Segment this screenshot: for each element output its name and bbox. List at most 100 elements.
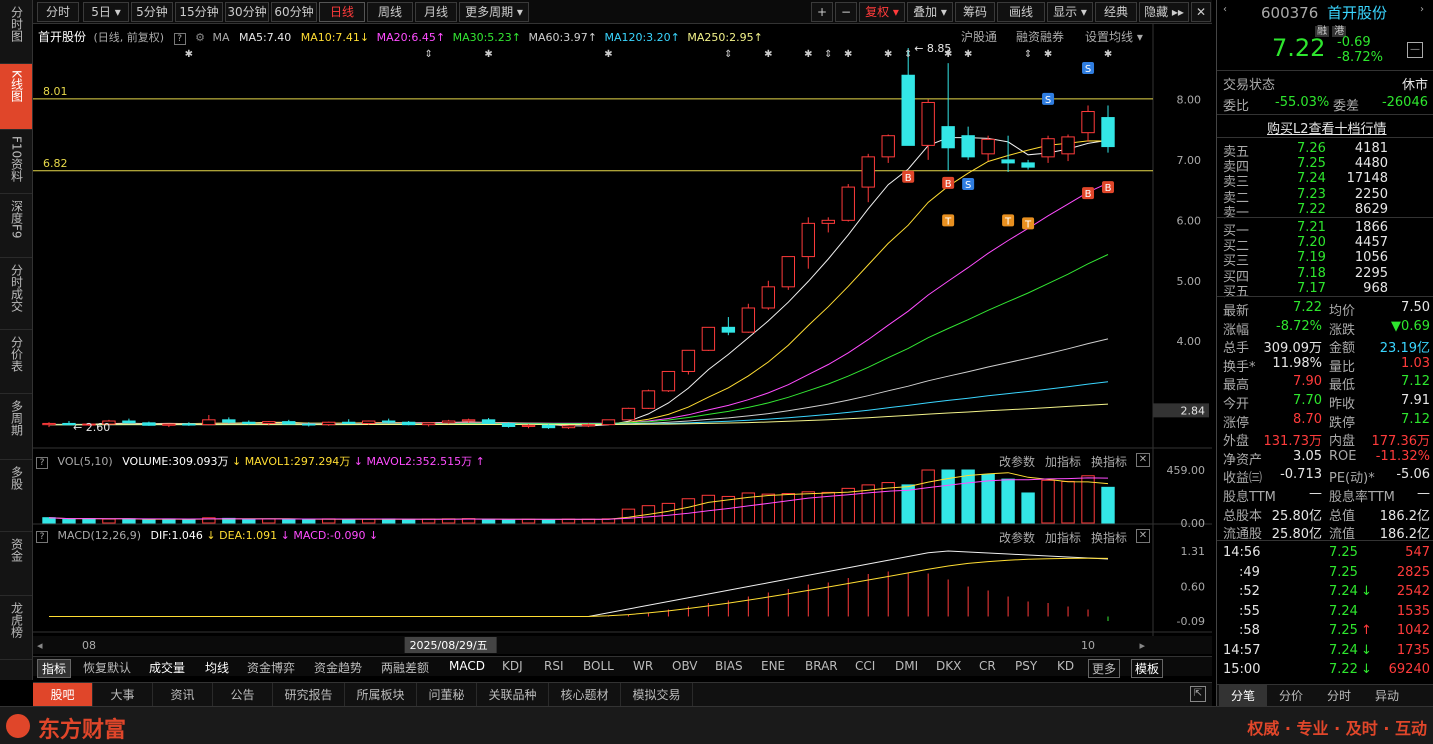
indicator-tab[interactable]: 两融差额 (381, 659, 429, 676)
sidebar-item-multi-period[interactable]: 多周期 (0, 394, 32, 460)
indicator-tab[interactable]: OBV (672, 659, 698, 673)
tab-themes[interactable]: 核心题材 (549, 683, 621, 707)
sidebar-item-kline[interactable]: K线图 (0, 64, 32, 130)
indicator-tab[interactable]: WR (633, 659, 653, 673)
indicator-tab[interactable]: BOLL (583, 659, 614, 673)
indicator-tab-ma[interactable]: 均线 (205, 659, 229, 676)
stat-value: 309.09万 (1263, 341, 1323, 357)
collapse-icon[interactable]: — (1407, 42, 1423, 58)
macd-add-indicator[interactable]: 加指标 (1045, 529, 1081, 546)
help-icon[interactable]: ? (36, 531, 48, 543)
tab-price-dist[interactable]: 分价 (1267, 685, 1315, 707)
period-button[interactable]: 30分钟 (225, 2, 269, 22)
candle-up (681, 349, 696, 372)
tab-announcements[interactable]: 公告 (213, 683, 273, 707)
more-indicators-button[interactable]: 更多 (1088, 659, 1121, 678)
margin-trading-link[interactable]: 融资融券 (1016, 28, 1064, 45)
indicator-tab[interactable]: CR (979, 659, 996, 673)
volume-bar (1101, 486, 1115, 524)
display-dropdown[interactable]: 显示 ▾ (1047, 2, 1093, 22)
indicator-tab[interactable]: BRAR (805, 659, 838, 673)
sidebar-item-f10[interactable]: F10资料 (0, 130, 32, 194)
prev-stock-icon[interactable]: ‹ (1223, 4, 1227, 15)
volume-bar (62, 519, 76, 524)
indicator-tab-macd[interactable]: MACD (449, 659, 485, 673)
zoom-out-button[interactable]: − (835, 2, 857, 22)
vol-mavol1: MAVOL1:297.294万 (244, 455, 351, 468)
vol-switch-indicator[interactable]: 换指标 (1091, 453, 1127, 470)
vol-mavol2: MAVOL2:352.515万 (366, 455, 473, 468)
classic-button[interactable]: 经典 (1095, 2, 1137, 22)
hide-button[interactable]: 隐藏 ▸▸ (1139, 2, 1189, 22)
restore-default-button[interactable]: 恢复默认 (83, 659, 131, 676)
indicator-tab-volume[interactable]: 成交量 (149, 659, 185, 676)
tab-ticks[interactable]: 分笔 (1219, 685, 1267, 707)
close-icon[interactable]: ✕ (1191, 2, 1211, 22)
template-button[interactable]: 模板 (1131, 659, 1164, 678)
chips-button[interactable]: 筹码 (955, 2, 995, 22)
tab-simulated-trading[interactable]: 模拟交易 (621, 683, 693, 707)
l2-link[interactable]: 购买L2查看十档行情 (1217, 117, 1433, 137)
tab-related[interactable]: 关联品种 (477, 683, 549, 707)
vol-edit-params[interactable]: 改参数 (999, 453, 1035, 470)
indicator-tab[interactable]: DKX (936, 659, 961, 673)
expand-icon[interactable]: ⇱ (1190, 686, 1206, 702)
draw-line-button[interactable]: 画线 (997, 2, 1045, 22)
indicator-tab[interactable]: 资金趋势 (314, 659, 362, 676)
indicator-tab[interactable]: KDJ (502, 659, 523, 673)
indicator-tab-active[interactable]: 指标 (37, 659, 72, 678)
macd-switch-indicator[interactable]: 换指标 (1091, 529, 1127, 546)
sidebar-item-trades[interactable]: 分时成交 (0, 258, 32, 330)
period-button[interactable]: 分时 (37, 2, 79, 22)
close-icon[interactable]: ✕ (1136, 529, 1150, 543)
tab-news[interactable]: 资讯 (153, 683, 213, 707)
hk-connect-link[interactable]: 沪股通 (961, 28, 997, 45)
indicator-tab[interactable]: KD (1057, 659, 1074, 673)
volume-bar (621, 508, 636, 524)
kline-chart-area[interactable]: 8.00 7.00 6.00 5.00 4.00 8.01 6.82 ← 8.85 ← 2.60… (33, 24, 1212, 656)
sidebar-item-funds[interactable]: 资金 (0, 532, 32, 596)
sidebar-item-timeshare[interactable]: 分时图 (0, 0, 32, 64)
sidebar-item-depth[interactable]: 深度F9 (0, 194, 32, 258)
overlay-dropdown[interactable]: 叠加 ▾ (907, 2, 953, 22)
tab-alerts[interactable]: 异动 (1363, 685, 1411, 707)
help-icon[interactable]: ? (36, 457, 48, 469)
vol-add-indicator[interactable]: 加指标 (1045, 453, 1081, 470)
tab-sectors[interactable]: 所属板块 (345, 683, 417, 707)
indicator-tab[interactable]: PSY (1015, 659, 1037, 673)
tab-research[interactable]: 研究报告 (273, 683, 345, 707)
l2-link-text[interactable]: 购买L2查看十档行情 (1267, 118, 1387, 137)
chart-canvas[interactable]: 8.007.006.005.004.008.016.82← 8.85← 2.60… (33, 24, 1212, 656)
more-periods-dropdown[interactable]: 更多周期 ▾ (459, 2, 529, 22)
tab-events[interactable]: 大事 (93, 683, 153, 707)
indicator-tab[interactable]: ENE (761, 659, 785, 673)
period-button[interactable]: 15分钟 (175, 2, 223, 22)
tab-intraday[interactable]: 分时 (1315, 685, 1363, 707)
help-icon[interactable]: ? (173, 33, 186, 45)
indicator-tab[interactable]: 资金博弈 (247, 659, 295, 676)
close-icon[interactable]: ✕ (1136, 453, 1150, 467)
period-button[interactable]: 60分钟 (271, 2, 317, 22)
indicator-tab[interactable]: RSI (544, 659, 564, 673)
indicator-tab[interactable]: DMI (895, 659, 918, 673)
period-button[interactable]: 月线 (415, 2, 457, 22)
next-stock-icon[interactable]: › (1420, 4, 1424, 15)
tab-guba[interactable]: 股吧 (33, 683, 93, 707)
left-sidebar: 分时图 K线图 F10资料 深度F9 分时成交 分价表 多周期 多股 资金 龙虎… (0, 0, 33, 680)
tab-ask-secretary[interactable]: 问董秘 (417, 683, 477, 707)
indicator-tab[interactable]: BIAS (715, 659, 743, 673)
zoom-in-button[interactable]: + (811, 2, 833, 22)
sidebar-item-dragon-tiger[interactable]: 龙虎榜 (0, 596, 32, 660)
sidebar-item-multi-stock[interactable]: 多股 (0, 460, 32, 532)
period-button-daily[interactable]: 日线 (319, 2, 365, 22)
period-button[interactable]: 周线 (367, 2, 413, 22)
macd-edit-params[interactable]: 改参数 (999, 529, 1035, 546)
stat-value: -5.06 (1396, 467, 1430, 483)
indicator-tab[interactable]: CCI (855, 659, 875, 673)
ma-settings-dropdown[interactable]: 设置均线 ▾ (1085, 28, 1143, 45)
period-button[interactable]: 5分钟 (131, 2, 173, 22)
settings-gear-icon[interactable]: ⚙ (195, 31, 205, 44)
adjust-dropdown[interactable]: 复权 ▾ (859, 2, 905, 22)
sidebar-item-price-table[interactable]: 分价表 (0, 330, 32, 394)
period-button[interactable]: 5日 ▾ (83, 2, 129, 22)
